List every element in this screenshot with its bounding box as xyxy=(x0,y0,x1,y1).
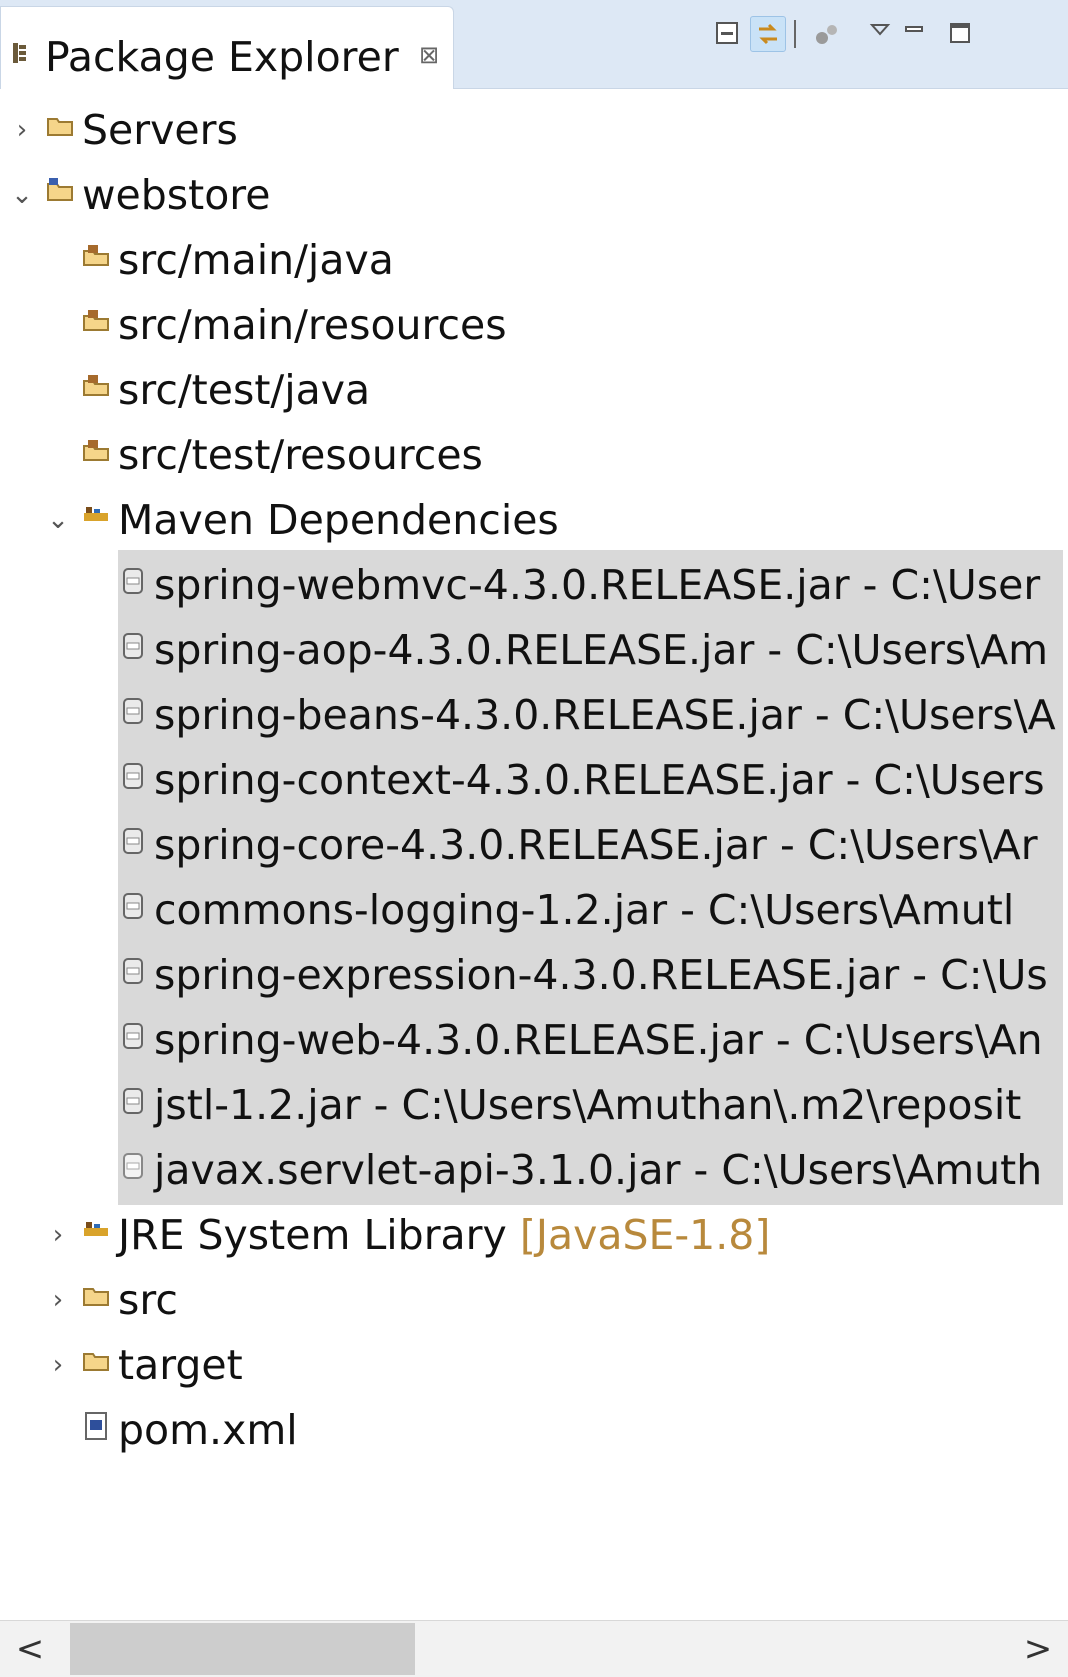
tree-item-label: src/main/resources xyxy=(118,301,507,349)
maven-pom-file-icon xyxy=(82,1411,112,1441)
tree-item-label: spring-webmvc-4.3.0.RELEASE.jar - C:\Use… xyxy=(154,561,1041,609)
jar-icon xyxy=(118,1086,148,1116)
chevron-down-icon[interactable]: ⌄ xyxy=(10,160,34,230)
tree-item-jar[interactable]: › commons-logging-1.2.jar - C:\Users\Amu… xyxy=(118,875,1063,945)
view-title-bar: Package Explorer ⊠ xyxy=(0,0,1068,89)
project-tree: › Servers ⌄ webstore src/main/java src/m… xyxy=(0,95,1068,1615)
horizontal-scrollbar[interactable]: < > xyxy=(0,1620,1068,1677)
folder-icon xyxy=(82,1346,112,1376)
jar-icon xyxy=(118,566,148,596)
chevron-right-icon[interactable]: › xyxy=(46,1265,70,1335)
tree-item-label: spring-beans-4.3.0.RELEASE.jar - C:\User… xyxy=(154,691,1056,739)
tree-item-jar[interactable]: › spring-webmvc-4.3.0.RELEASE.jar - C:\U… xyxy=(118,550,1063,620)
folder-icon xyxy=(82,1281,112,1311)
scrollbar-thumb[interactable] xyxy=(70,1623,415,1675)
chevron-right-icon[interactable]: › xyxy=(46,1330,70,1400)
jar-icon xyxy=(118,956,148,986)
tree-item-src-main-java[interactable]: src/main/java xyxy=(0,225,1068,295)
source-folder-icon xyxy=(82,371,112,401)
tree-item-target[interactable]: › target xyxy=(0,1330,1068,1400)
folder-icon xyxy=(46,111,76,141)
close-icon[interactable]: ⊠ xyxy=(419,41,439,69)
jar-icon xyxy=(118,891,148,921)
jar-icon xyxy=(118,631,148,661)
jre-version-decoration: [JavaSE-1.8] xyxy=(519,1211,771,1259)
tree-item-jar[interactable]: › spring-web-4.3.0.RELEASE.jar - C:\User… xyxy=(118,1005,1063,1075)
jar-icon xyxy=(118,826,148,856)
tree-item-jar[interactable]: › spring-context-4.3.0.RELEASE.jar - C:\… xyxy=(118,745,1063,815)
view-menu-icon[interactable] xyxy=(864,16,898,50)
chevron-right-icon[interactable]: › xyxy=(10,95,34,165)
source-folder-icon xyxy=(82,306,112,336)
tree-item-jar[interactable]: › spring-beans-4.3.0.RELEASE.jar - C:\Us… xyxy=(118,680,1063,750)
tree-item-label: Servers xyxy=(82,106,238,154)
tree-item-label: src xyxy=(118,1276,178,1324)
maximize-icon[interactable] xyxy=(944,16,978,50)
package-explorer-tab[interactable]: Package Explorer ⊠ xyxy=(0,6,454,89)
tree-item-webstore-project[interactable]: ⌄ webstore xyxy=(0,160,1068,230)
tree-item-label: spring-core-4.3.0.RELEASE.jar - C:\Users… xyxy=(154,821,1038,869)
scroll-right-arrow-icon[interactable]: > xyxy=(1008,1621,1068,1677)
source-folder-icon xyxy=(82,436,112,466)
tree-item-servers[interactable]: › Servers xyxy=(0,95,1068,165)
toolbar-separator xyxy=(794,20,796,48)
tree-item-src-test-resources[interactable]: src/test/resources xyxy=(0,420,1068,490)
package-explorer-icon xyxy=(13,43,27,63)
jar-icon xyxy=(118,761,148,791)
tree-item-label: Maven Dependencies xyxy=(118,496,559,544)
tree-item-jar[interactable]: › spring-expression-4.3.0.RELEASE.jar - … xyxy=(118,940,1063,1010)
jre-label: JRE System Library xyxy=(118,1211,507,1259)
tree-item-label: commons-logging-1.2.jar - C:\Users\Amutl xyxy=(154,886,1015,934)
tree-item-jar[interactable]: › spring-core-4.3.0.RELEASE.jar - C:\Use… xyxy=(118,810,1063,880)
tree-item-src-test-java[interactable]: src/test/java xyxy=(0,355,1068,425)
tree-item-label: target xyxy=(118,1341,243,1389)
view-title: Package Explorer xyxy=(45,33,399,81)
tree-item-label: src/test/resources xyxy=(118,431,483,479)
tree-item-jar[interactable]: › jstl-1.2.jar - C:\Users\Amuthan\.m2\re… xyxy=(118,1070,1063,1140)
collapse-all-icon[interactable] xyxy=(712,16,746,50)
tree-item-label: src/main/java xyxy=(118,236,394,284)
tree-item-jre-system-library[interactable]: › JRE System Library [JavaSE-1.8] xyxy=(0,1200,1068,1270)
tree-item-src-main-resources[interactable]: src/main/resources xyxy=(0,290,1068,360)
tree-item-label: spring-web-4.3.0.RELEASE.jar - C:\Users\… xyxy=(154,1016,1043,1064)
library-icon xyxy=(82,501,112,531)
tree-item-src[interactable]: › src xyxy=(0,1265,1068,1335)
tree-item-label: src/test/java xyxy=(118,366,371,414)
scroll-left-arrow-icon[interactable]: < xyxy=(0,1621,60,1677)
tree-item-label: pom.xml xyxy=(118,1406,298,1454)
tree-item-label: jstl-1.2.jar - C:\Users\Amuthan\.m2\repo… xyxy=(154,1081,1022,1129)
library-icon xyxy=(82,1216,112,1246)
tree-item-label: spring-aop-4.3.0.RELEASE.jar - C:\Users\… xyxy=(154,626,1049,674)
maven-project-icon xyxy=(46,176,76,206)
tree-item-jar[interactable]: › javax.servlet-api-3.1.0.jar - C:\Users… xyxy=(118,1135,1063,1205)
minimize-icon[interactable] xyxy=(898,16,932,50)
tree-item-label: spring-context-4.3.0.RELEASE.jar - C:\Us… xyxy=(154,756,1045,804)
jar-icon xyxy=(118,1151,148,1181)
tree-item-jar[interactable]: › spring-aop-4.3.0.RELEASE.jar - C:\User… xyxy=(118,615,1063,685)
tree-item-maven-dependencies[interactable]: ⌄ Maven Dependencies xyxy=(0,485,1068,555)
tree-item-label: JRE System Library [JavaSE-1.8] xyxy=(118,1200,770,1270)
chevron-right-icon[interactable]: › xyxy=(46,1200,70,1270)
jar-icon xyxy=(118,1021,148,1051)
link-with-editor-icon[interactable] xyxy=(750,16,786,52)
tree-item-label: webstore xyxy=(82,171,271,219)
tree-item-label: javax.servlet-api-3.1.0.jar - C:\Users\A… xyxy=(154,1146,1043,1194)
jar-icon xyxy=(118,696,148,726)
focus-on-active-task-icon[interactable] xyxy=(810,16,844,50)
source-folder-icon xyxy=(82,241,112,271)
chevron-down-icon[interactable]: ⌄ xyxy=(46,485,70,555)
tree-item-label: spring-expression-4.3.0.RELEASE.jar - C:… xyxy=(154,951,1048,999)
tree-item-pom-xml[interactable]: pom.xml xyxy=(0,1395,1068,1465)
